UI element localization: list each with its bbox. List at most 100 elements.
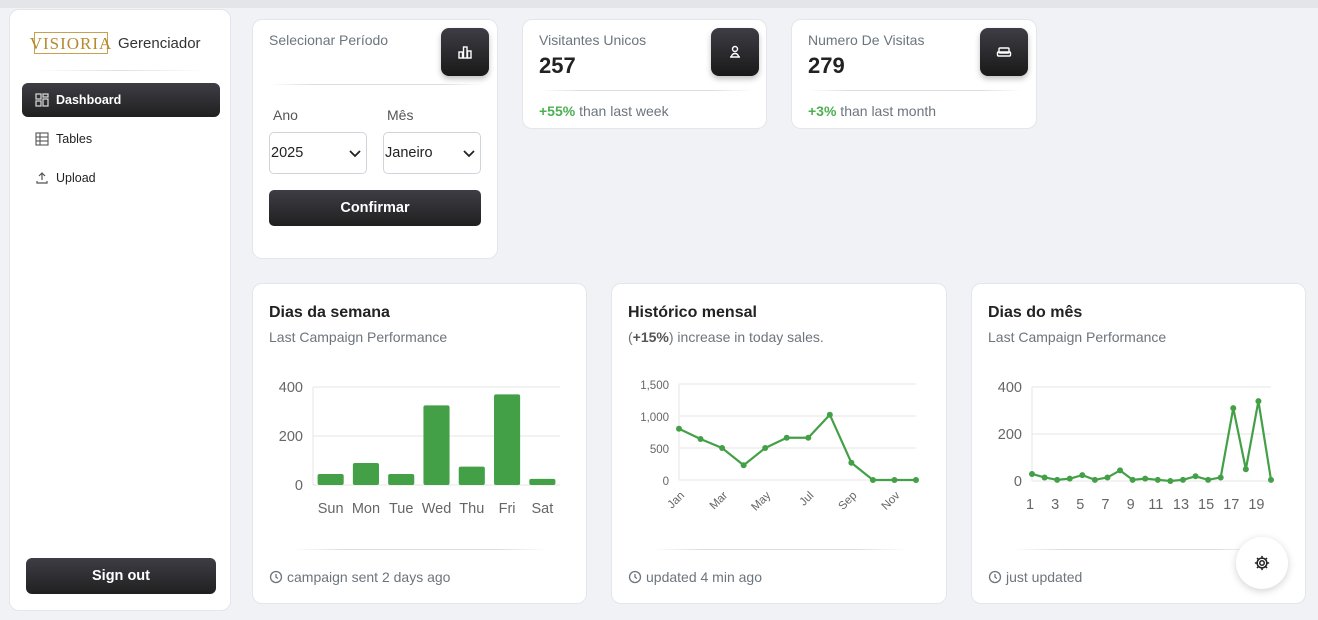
data-point [1192, 473, 1199, 480]
table-icon [35, 132, 49, 146]
data-point [740, 462, 747, 469]
weekday-bar-chart: 400 200 0 Sun Mon Tue Wed Thu Fri Sat [279, 380, 560, 517]
data-point [1066, 475, 1073, 482]
data-point [719, 445, 726, 451]
x-tick-label: Fri [499, 501, 516, 517]
data-point [783, 434, 790, 441]
data-point [1255, 398, 1262, 405]
bar [317, 473, 344, 485]
chart-card-weekdays: Dias da semana Last Campaign Performance… [252, 283, 587, 604]
y-tick-label: 0 [295, 478, 303, 494]
stat-footnote: +3% than last month [808, 103, 936, 119]
stat-icon-box [980, 28, 1028, 76]
x-tick-label: Jan [666, 490, 688, 512]
settings-button[interactable] [1236, 537, 1288, 589]
data-point [913, 477, 919, 483]
sidebar: VISIORIA Gerenciador Dashboard Tables Up… [9, 9, 231, 611]
gear-icon [1254, 555, 1270, 571]
data-point [826, 411, 833, 418]
chart-title: Dias da semana [269, 304, 390, 321]
data-point [869, 477, 876, 483]
dashboard-icon [35, 93, 49, 107]
clock-icon [269, 570, 283, 584]
x-tick-label: 3 [1051, 497, 1059, 513]
x-tick-label: Nov [880, 489, 903, 512]
period-title: Selecionar Período [269, 32, 389, 48]
clock-icon [988, 570, 1002, 584]
sidebar-item-dashboard[interactable]: Dashboard [22, 83, 220, 117]
stat-footnote: +55% than last week [539, 103, 669, 119]
chart-footer-text: updated 4 min ago [646, 569, 762, 585]
x-tick-label: Tue [389, 501, 413, 517]
chart-footer-text: campaign sent 2 days ago [287, 569, 451, 585]
chart-subtitle-pct: +15% [632, 329, 669, 345]
x-tick-label: Thu [459, 501, 484, 517]
bar [423, 405, 450, 485]
divider [293, 549, 548, 550]
bar [494, 394, 521, 485]
bar [529, 478, 556, 485]
y-tick-label: 400 [279, 380, 303, 396]
month-label: Mês [387, 107, 414, 123]
x-tick-label: Sep [837, 490, 860, 513]
data-point [1142, 475, 1149, 482]
data-point [1079, 472, 1086, 479]
divider [1012, 549, 1267, 550]
year-select[interactable]: 2025 [269, 132, 367, 174]
series-line [1031, 399, 1273, 483]
x-tick-label: 9 [1127, 497, 1135, 513]
y-tick-label: 1,500 [640, 380, 669, 392]
data-point [1242, 466, 1249, 473]
sign-out-button[interactable]: Sign out [26, 558, 216, 594]
top-edge [0, 0, 1318, 8]
chart-subtitle: (+15%) increase in today sales. [628, 329, 824, 345]
x-tick-label: Mon [352, 501, 380, 517]
x-tick-label: 19 [1248, 497, 1264, 513]
y-tick-label: 200 [279, 429, 303, 445]
brand[interactable]: VISIORIA Gerenciador [30, 32, 201, 54]
chart-card-monthly: Histórico mensal (+15%) increase in toda… [611, 283, 947, 604]
sidebar-item-upload[interactable]: Upload [22, 161, 220, 195]
x-tick-label: 7 [1101, 497, 1109, 513]
stat-change-suffix: than last week [575, 103, 669, 119]
chart-subtitle-rest: increase in today sales. [673, 329, 824, 345]
data-point [1041, 474, 1048, 481]
sidebar-item-tables[interactable]: Tables [22, 122, 220, 156]
divider [808, 90, 1022, 91]
data-point [1117, 467, 1124, 474]
year-label: Ano [273, 107, 298, 123]
stat-icon-box [711, 28, 759, 76]
stat-label: Numero De Visitas [808, 32, 925, 48]
y-tick-label: 200 [998, 427, 1022, 443]
sidebar-item-label: Dashboard [56, 93, 122, 107]
person-icon [730, 45, 740, 58]
x-tick-label: 13 [1173, 497, 1189, 513]
series-line [678, 413, 916, 482]
bar [458, 466, 485, 485]
y-tick-label: 0 [1014, 474, 1022, 490]
divider [539, 90, 753, 91]
data-point [1029, 470, 1035, 477]
period-icon-box [441, 28, 489, 76]
x-tick-label: Wed [422, 501, 452, 517]
month-select-value: Janeiro [385, 145, 433, 161]
confirm-button[interactable]: Confirmar [269, 190, 481, 226]
data-point [1129, 476, 1136, 483]
stat-value: 257 [539, 53, 576, 78]
chevron-down-icon [463, 150, 475, 158]
data-point [1205, 476, 1212, 483]
sidebar-item-label: Upload [56, 171, 96, 185]
brand-name: Gerenciador [118, 34, 201, 52]
clock-icon [628, 570, 642, 584]
data-point [1091, 476, 1098, 483]
period-card: Selecionar Período Ano Mês 2025 Janeiro … [252, 19, 498, 259]
stat-card-visits: Numero De Visitas 279 +3% than last mont… [791, 19, 1037, 129]
month-select[interactable]: Janeiro [383, 132, 481, 174]
bar [352, 462, 379, 485]
x-tick-label: 1 [1026, 497, 1034, 513]
sidebar-item-label: Tables [56, 132, 93, 146]
stat-change: +3% [808, 103, 837, 119]
chart-footer-text: just updated [1006, 569, 1083, 585]
data-point [891, 477, 898, 483]
chart-footer: just updated [988, 569, 1082, 585]
